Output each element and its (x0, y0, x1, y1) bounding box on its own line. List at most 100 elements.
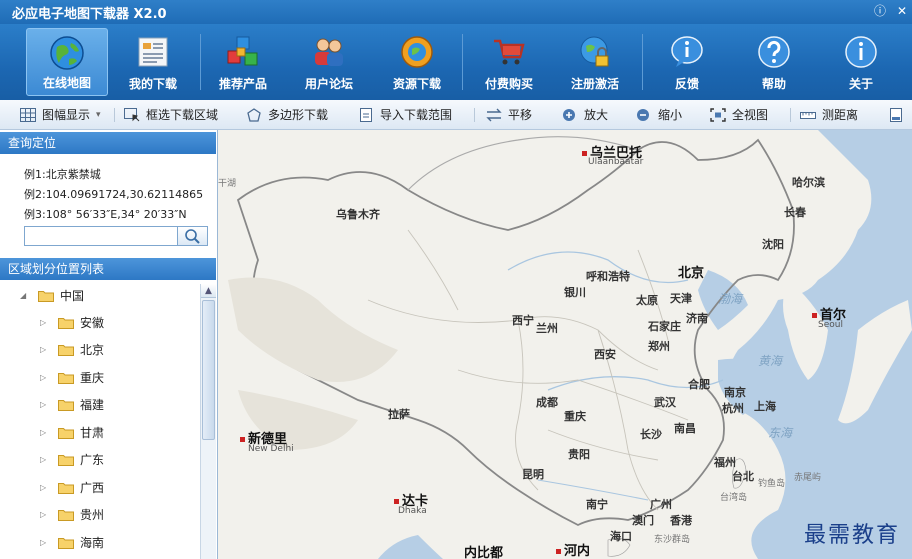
resource-globe-icon (401, 36, 433, 68)
tree-item-province[interactable]: ▷ 北京 (40, 338, 190, 362)
map-city-label[interactable]: 上海 (754, 398, 776, 414)
online-map-button[interactable]: 在线地图 (26, 28, 108, 96)
map-city-label[interactable]: 长春 (784, 204, 806, 220)
expand-triangle-icon[interactable]: ▷ (40, 311, 46, 335)
example-text: 例3:108° 56′33″E,34° 20′33″N (24, 208, 187, 221)
map-city-label[interactable]: 呼和浩特 (586, 268, 630, 284)
map-city-label[interactable]: 乌鲁木齐 (336, 206, 380, 222)
map-city-label[interactable]: 杭州 (722, 400, 744, 416)
map-city-label[interactable]: 北京 (678, 262, 704, 281)
map-city-label[interactable]: 太原 (636, 292, 658, 308)
recommended-products-button[interactable]: 推荐产品 (202, 28, 284, 96)
map-city-label[interactable]: 台北 (732, 468, 754, 484)
feedback-button[interactable]: 反馈 (646, 28, 728, 96)
map-city-label[interactable]: 武汉 (654, 394, 676, 410)
users-icon (315, 38, 343, 66)
more-tool-icon (890, 108, 902, 122)
select-box-icon (124, 108, 140, 122)
help-icon (758, 36, 790, 68)
expand-triangle-icon[interactable]: ▷ (40, 338, 46, 362)
resource-download-button[interactable]: 资源下载 (376, 28, 458, 96)
close-window-button[interactable]: ✕ (894, 3, 910, 19)
measure-distance-label: 测距离 (822, 108, 859, 122)
full-view-button[interactable]: 全视图 (710, 106, 774, 124)
search-button[interactable] (177, 227, 207, 245)
map-city-label[interactable]: 沈阳 (762, 236, 784, 252)
map-city-label[interactable]: 昆明 (522, 466, 544, 482)
map-city-en-label: Dhaka (398, 506, 427, 516)
map-city-label[interactable]: 南昌 (674, 420, 696, 436)
map-city-label[interactable]: 重庆 (564, 408, 586, 424)
purchase-button[interactable]: 付费购买 (468, 28, 550, 96)
tree-item-province[interactable]: ▷ 广东 (40, 448, 190, 472)
full-view-label: 全视图 (732, 108, 769, 122)
tree-item-china[interactable]: ◢ 中国 (20, 284, 190, 308)
map-city-label[interactable]: 哈尔滨 (792, 174, 825, 190)
scroll-thumb[interactable] (202, 300, 215, 440)
measure-distance-button[interactable]: 测距离 (800, 106, 864, 124)
zoom-out-button[interactable]: 缩小 (636, 106, 688, 124)
map-city-label[interactable]: 澳门 (632, 512, 654, 528)
map-city-label[interactable]: 海口 (610, 528, 632, 544)
map-city-label[interactable]: 新德里贵阳 (568, 446, 590, 462)
tree-scrollbar[interactable]: ▲ (200, 284, 216, 559)
tree-item-province[interactable]: ▷ 广西 (40, 476, 190, 500)
expand-triangle-icon[interactable]: ▷ (40, 531, 46, 555)
map-small-label: 干湖 (218, 179, 237, 189)
map-city-label[interactable]: 西宁 (512, 312, 534, 328)
about-icon (845, 36, 877, 68)
tree-item-province[interactable]: ▷ 贵州 (40, 503, 190, 527)
map-view[interactable]: 乌兰巴托 Ulaanbaatar 哈尔滨 长春 乌鲁木齐 沈阳 呼和浩特 北京 … (218, 130, 912, 559)
map-city-label[interactable]: 西安 (594, 346, 616, 362)
scroll-up-arrow-icon[interactable]: ▲ (201, 284, 216, 298)
tree-item-province[interactable]: ▷ 海南 (40, 531, 190, 555)
folder-icon (38, 291, 54, 302)
my-downloads-button[interactable]: 我的下载 (112, 28, 194, 96)
map-city-label[interactable]: 拉萨 (388, 406, 410, 422)
map-city-label[interactable]: 内比都 (464, 542, 503, 559)
collapse-triangle-icon[interactable]: ◢ (20, 284, 26, 308)
expand-triangle-icon[interactable]: ▷ (40, 366, 46, 390)
frame-display-dropdown[interactable]: 图幅显示 ▾ (20, 106, 108, 124)
map-city-label[interactable]: 香港 (670, 512, 692, 528)
map-city-label[interactable]: 河内 (556, 540, 590, 559)
folder-icon (58, 400, 74, 411)
expand-triangle-icon[interactable]: ▷ (40, 393, 46, 417)
about-button[interactable]: 关于 (820, 28, 902, 96)
tree-item-province[interactable]: ▷ 福建 (40, 393, 190, 417)
user-forum-button[interactable]: 用户论坛 (288, 28, 370, 96)
map-city-label[interactable]: 南京 (724, 384, 746, 400)
map-city-label[interactable]: 广州 (650, 496, 672, 512)
pan-button[interactable]: 平移 (486, 106, 538, 124)
register-activate-button[interactable]: 注册激活 (554, 28, 636, 96)
map-city-label[interactable]: 兰州 (536, 320, 558, 336)
import-range-button[interactable]: 导入下载范围 (358, 106, 458, 124)
folder-icon (58, 538, 74, 549)
help-button[interactable]: 帮助 (733, 28, 815, 96)
folder-icon (58, 510, 74, 521)
map-city-label[interactable]: 长沙 (640, 426, 662, 442)
zoom-in-button[interactable]: 放大 (562, 106, 614, 124)
about-label: 关于 (848, 77, 873, 91)
map-city-label[interactable]: 济南 (686, 310, 708, 326)
box-select-button[interactable]: 框选下载区域 (124, 106, 224, 124)
tree-item-province[interactable]: ▷ 甘肃 (40, 421, 190, 445)
location-search-input[interactable] (24, 226, 208, 246)
zoom-in-icon (563, 109, 575, 121)
map-city-label[interactable]: 合肥 (688, 376, 710, 392)
polygon-download-button[interactable]: 多边形下载 (246, 106, 332, 124)
map-city-label[interactable]: 天津 (670, 290, 692, 306)
map-city-label[interactable]: 石家庄 (648, 318, 681, 334)
more-tool-button[interactable] (888, 106, 908, 124)
map-city-label[interactable]: 郑州 (648, 338, 670, 354)
info-window-button[interactable]: ⓘ (872, 3, 888, 19)
tree-item-province[interactable]: ▷ 安徽 (40, 311, 190, 335)
expand-triangle-icon[interactable]: ▷ (40, 476, 46, 500)
map-city-label[interactable]: 成都 (536, 394, 558, 410)
tree-item-province[interactable]: ▷ 重庆 (40, 366, 190, 390)
map-city-label[interactable]: 银川 (564, 284, 586, 300)
expand-triangle-icon[interactable]: ▷ (40, 421, 46, 445)
map-city-label[interactable]: 南宁 (586, 496, 608, 512)
expand-triangle-icon[interactable]: ▷ (40, 448, 46, 472)
expand-triangle-icon[interactable]: ▷ (40, 503, 46, 527)
